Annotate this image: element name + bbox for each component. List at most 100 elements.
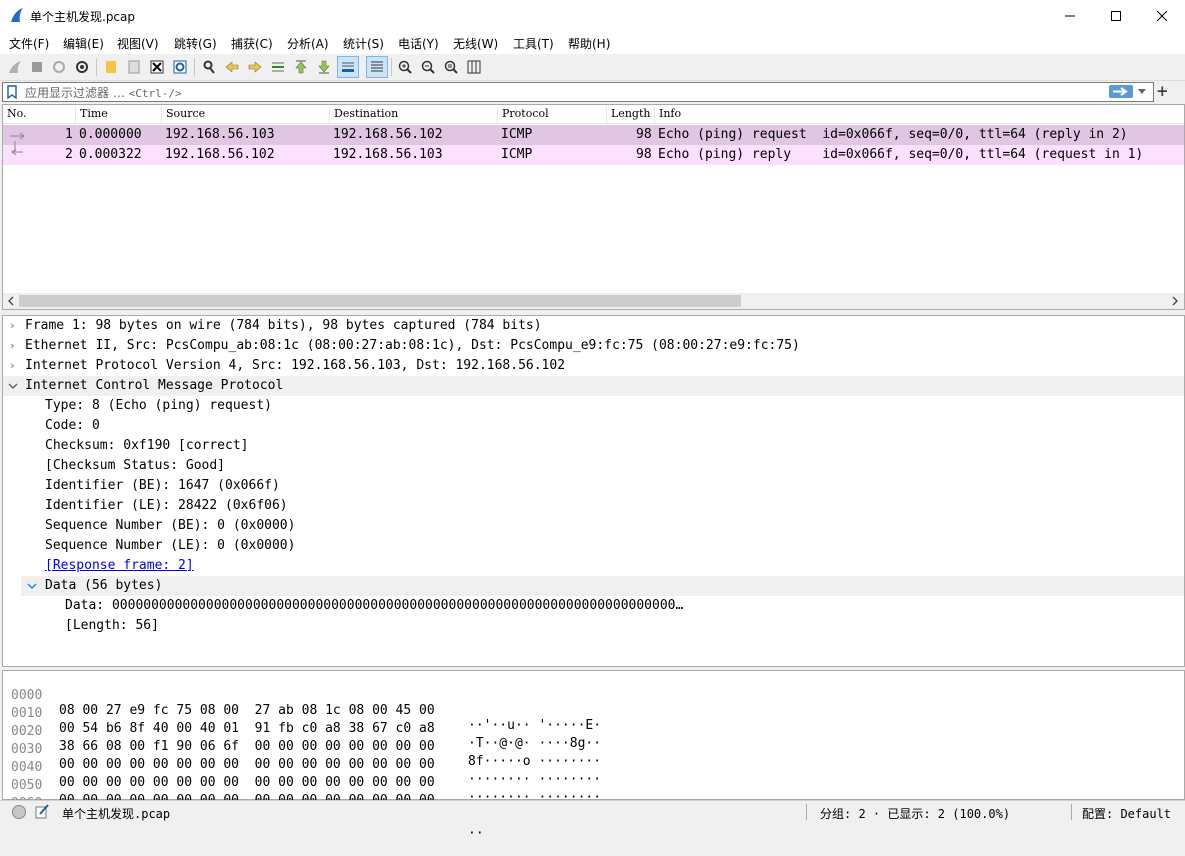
icmp-field-checksum-status[interactable]: [Checksum Status: Good] — [45, 458, 225, 478]
icmp-field-checksum[interactable]: Checksum: 0xf190 [correct] — [45, 438, 249, 458]
filter-shortcut-hint: <Ctrl-/> — [128, 87, 182, 100]
chevron-right-icon[interactable] — [1171, 296, 1179, 306]
status-file-name: 单个主机发现.pcap — [62, 807, 171, 821]
icmp-field-identifier-le[interactable]: Identifier (LE): 28422 (0x6f06) — [45, 498, 288, 518]
tree-item-data[interactable]: Data (56 bytes) — [21, 576, 1184, 596]
bytes-row[interactable]: 0050 00 00 00 00 00 00 00 00 00 00 00 00… — [3, 763, 601, 823]
last-packet-button[interactable] — [315, 58, 333, 76]
colorize-toggle[interactable] — [366, 56, 388, 78]
icmp-field-seq-be[interactable]: Sequence Number (BE): 0 (0x0000) — [45, 518, 295, 538]
response-frame-link[interactable]: [Response frame: 2] — [45, 558, 194, 578]
resize-columns-button[interactable] — [465, 58, 483, 76]
go-forward-button[interactable] — [246, 58, 264, 76]
menu-telephony[interactable]: 电话(Y) — [398, 35, 439, 52]
arrow-right-icon — [248, 61, 262, 73]
add-filter-button-icon[interactable]: + — [1156, 82, 1169, 100]
zoom-out-icon — [421, 60, 435, 74]
packet-row-1[interactable]: 1 0.000000 192.168.56.103 192.168.56.102… — [3, 125, 1184, 145]
packet-row-2[interactable]: 2 0.000322 192.168.56.102 192.168.56.103… — [3, 141, 1184, 165]
column-header-destination[interactable]: Destination — [330, 107, 498, 123]
go-to-packet-button[interactable] — [269, 58, 287, 76]
chevron-right-icon[interactable]: › — [9, 339, 16, 352]
restart-icon — [53, 61, 65, 73]
arrow-up-icon — [295, 60, 307, 74]
menu-tools[interactable]: 工具(T) — [513, 35, 554, 52]
column-header-length[interactable]: Length — [607, 107, 655, 123]
menu-edit[interactable]: 编辑(E) — [63, 35, 104, 52]
chevron-right-icon[interactable]: › — [9, 319, 16, 332]
close-button[interactable] — [1139, 0, 1185, 31]
file-icon — [128, 60, 140, 74]
bytes-row[interactable]: 0010 00 54 b6 8f 40 00 40 01 91 fb c0 a8… — [3, 691, 601, 751]
column-header-protocol[interactable]: Protocol — [498, 107, 607, 123]
icmp-field-identifier-be[interactable]: Identifier (BE): 1647 (0x066f) — [45, 478, 280, 498]
menu-file[interactable]: 文件(F) — [9, 35, 49, 52]
byte-ascii: 8f·····o ········ — [468, 754, 602, 769]
restart-capture-button[interactable] — [50, 58, 68, 76]
zoom-reset-button[interactable] — [442, 58, 460, 76]
data-length[interactable]: [Length: 56] — [65, 618, 159, 638]
bytes-row[interactable]: 0040 00 00 00 00 00 00 00 00 00 00 00 00… — [3, 745, 601, 805]
tree-item-icmp[interactable]: Internet Control Message Protocol — [3, 376, 1184, 396]
chevron-down-icon[interactable] — [8, 383, 18, 390]
menu-help[interactable]: 帮助(H) — [568, 35, 610, 52]
display-filter-bar[interactable]: 应用显示过滤器 … <Ctrl-/> — [2, 82, 1154, 102]
packet-source: 192.168.56.103 — [165, 127, 275, 142]
start-capture-button[interactable] — [6, 58, 24, 76]
chevron-down-icon[interactable] — [27, 583, 37, 590]
save-file-button[interactable] — [125, 58, 143, 76]
bytes-row[interactable]: 0060 00 00 ·· — [3, 781, 484, 841]
edit-comment-icon[interactable] — [34, 804, 50, 820]
chevron-left-icon[interactable] — [7, 296, 15, 306]
menu-statistics[interactable]: 统计(S) — [343, 35, 384, 52]
close-icon — [1157, 10, 1167, 21]
data-value[interactable]: Data: 0000000000000000000000000000000000… — [65, 598, 683, 618]
go-back-button[interactable] — [223, 58, 241, 76]
tree-item-ethernet[interactable]: › Ethernet II, Src: PcsCompu_ab:08:1c (0… — [3, 336, 1184, 356]
expert-info-icon[interactable] — [11, 804, 27, 820]
zoom-in-button[interactable] — [396, 58, 414, 76]
find-packet-button[interactable] — [200, 58, 218, 76]
bytes-row[interactable]: 0020 38 66 08 00 f1 90 06 6f 00 00 00 00… — [3, 709, 601, 769]
stop-capture-button[interactable] — [28, 58, 46, 76]
packet-list-header: No. Time Source Destination Protocol Len… — [3, 105, 1184, 124]
reload-file-button[interactable] — [171, 58, 189, 76]
column-header-source[interactable]: Source — [162, 107, 330, 123]
arrow-left-icon — [225, 61, 239, 73]
column-header-time[interactable]: Time — [76, 107, 162, 123]
byte-ascii: ·T··@·@· ····8g·· — [468, 736, 602, 751]
open-file-button[interactable] — [102, 58, 120, 76]
status-profile[interactable]: 配置: Default — [1082, 805, 1171, 822]
tree-item-frame[interactable]: › Frame 1: 98 bytes on wire (784 bits), … — [3, 316, 1184, 336]
menu-wireless[interactable]: 无线(W) — [453, 35, 498, 52]
autoscroll-toggle[interactable] — [337, 56, 359, 78]
bytes-row[interactable]: 0030 00 00 00 00 00 00 00 00 00 00 00 00… — [3, 727, 601, 787]
chevron-down-icon[interactable] — [1137, 88, 1147, 96]
capture-options-button[interactable] — [73, 58, 91, 76]
apply-filter-button[interactable] — [1109, 85, 1133, 98]
menu-analyze[interactable]: 分析(A) — [287, 35, 329, 52]
maximize-button[interactable] — [1093, 0, 1139, 31]
chevron-right-icon[interactable]: › — [9, 359, 16, 372]
menu-view[interactable]: 视图(V) — [117, 35, 159, 52]
menu-capture[interactable]: 捕获(C) — [231, 35, 273, 52]
first-packet-button[interactable] — [292, 58, 310, 76]
menu-go[interactable]: 跳转(G) — [174, 35, 217, 52]
packet-destination: 192.168.56.103 — [333, 147, 443, 162]
scrollbar-thumb[interactable] — [19, 295, 741, 307]
minimize-button[interactable] — [1047, 0, 1093, 31]
column-header-info[interactable]: Info — [655, 107, 1184, 123]
bookmark-icon[interactable] — [6, 85, 18, 99]
icmp-field-code[interactable]: Code: 0 — [45, 418, 100, 438]
close-file-button[interactable] — [148, 58, 166, 76]
tree-item-ip[interactable]: › Internet Protocol Version 4, Src: 192.… — [3, 356, 1184, 376]
icmp-field-seq-le[interactable]: Sequence Number (LE): 0 (0x0000) — [45, 538, 295, 558]
icmp-field-type[interactable]: Type: 8 (Echo (ping) request) — [45, 398, 272, 418]
packet-destination: 192.168.56.102 — [333, 127, 443, 142]
wireshark-fin-icon — [11, 8, 23, 22]
column-header-no[interactable]: No. — [3, 107, 76, 123]
packet-details: › Frame 1: 98 bytes on wire (784 bits), … — [2, 315, 1185, 667]
bytes-row[interactable]: 0000 08 00 27 e9 fc 75 08 00 27 ab 08 1c… — [3, 673, 601, 733]
horizontal-scrollbar[interactable] — [3, 293, 1184, 309]
zoom-out-button[interactable] — [419, 58, 437, 76]
